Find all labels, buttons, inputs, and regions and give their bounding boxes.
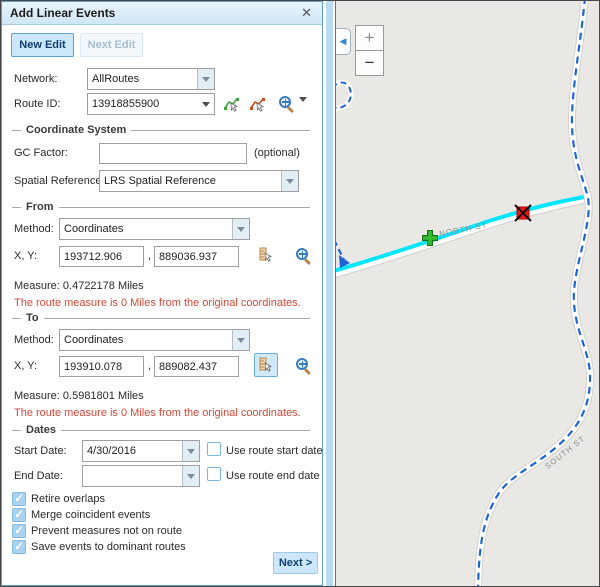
next-edit-button: Next Edit [80,33,143,57]
spatial-reference-label: Spatial Reference: [14,175,105,187]
end-date-dropdown[interactable] [82,465,200,487]
from-method-label: Method: [14,223,54,235]
route-id-label: Route ID: [14,98,60,110]
from-xy-label: X, Y: [14,250,37,262]
retire-overlaps-label: Retire overlaps [31,493,105,505]
route-id-dropdown[interactable]: 13918855900 [87,93,215,115]
use-route-end-date-label: Use route end date [226,470,320,482]
close-icon[interactable]: ✕ [299,5,314,21]
map-view[interactable]: NORTH ST SOUTH ST ◀ + − [335,1,599,586]
caret-down-icon[interactable] [182,466,199,486]
dates-legend: Dates [12,424,310,436]
coordinate-system-legend: Coordinate System [12,124,310,136]
use-route-end-date-checkbox[interactable] [207,467,221,481]
spatial-reference-dropdown[interactable]: LRS Spatial Reference [99,170,299,192]
save-events-dominant-label: Save events to dominant routes [31,541,186,553]
caret-down-icon[interactable] [182,441,199,461]
caret-down-icon[interactable] [197,94,214,114]
merge-coincident-events-label: Merge coincident events [31,509,150,521]
next-button[interactable]: Next > [273,552,318,574]
select-route-end-icon[interactable] [249,95,267,113]
from-y-input[interactable] [154,246,239,267]
to-legend: To [12,312,310,324]
caret-down-icon[interactable] [232,330,249,350]
caret-down-icon[interactable] [232,219,249,239]
select-route-start-icon[interactable] [223,95,241,113]
new-edit-button[interactable]: New Edit [11,33,74,57]
prevent-measures-label: Prevent measures not on route [31,525,182,537]
to-method-dropdown[interactable]: Coordinates [59,329,250,351]
from-x-input[interactable] [59,246,144,267]
to-method-label: Method: [14,334,54,346]
map-graphics [336,1,599,586]
collapse-left-icon: ◀ [340,36,347,47]
xy-separator: , [148,360,151,372]
to-point-marker [515,205,531,221]
to-y-input[interactable] [154,356,239,377]
from-measure-text: Measure: 0.4722178 Miles [14,280,144,292]
xy-separator: , [148,250,151,262]
zoom-out-button[interactable]: − [355,50,384,76]
end-date-label: End Date: [14,470,63,482]
to-x-input[interactable] [59,356,144,377]
caret-down-icon[interactable] [197,69,214,89]
map-zoom-control: + − [355,25,384,76]
dialog-title: Add Linear Events [10,6,299,20]
pick-from-coordinates-icon[interactable] [257,246,275,264]
zoom-to-route-icon[interactable] [279,96,296,113]
panel-splitter[interactable] [323,1,335,586]
network-label: Network: [14,73,57,85]
prevent-measures-checkbox[interactable]: ✓ [12,524,26,538]
pick-to-coordinates-icon[interactable] [254,353,278,377]
zoom-to-from-point-icon[interactable] [296,248,313,265]
start-date-label: Start Date: [14,445,67,457]
collapse-panel-button[interactable]: ◀ [335,28,351,55]
gc-factor-input[interactable] [99,143,247,164]
save-events-dominant-checkbox[interactable]: ✓ [12,540,26,554]
from-warning-text: The route measure is 0 Miles from the or… [14,297,301,309]
network-dropdown[interactable]: AllRoutes [87,68,215,90]
add-linear-events-dialog: Add Linear Events ✕ New Edit Next Edit N… [1,1,323,586]
retire-overlaps-checkbox[interactable]: ✓ [12,492,26,506]
from-legend: From [12,201,310,213]
use-route-start-date-checkbox[interactable] [207,442,221,456]
zoom-to-to-point-icon[interactable] [296,358,313,375]
gc-factor-label: GC Factor: [14,147,68,159]
to-warning-text: The route measure is 0 Miles from the or… [14,407,301,419]
use-route-start-date-label: Use route start date [226,445,323,457]
caret-down-icon[interactable] [299,102,307,120]
gc-factor-hint: (optional) [254,147,300,159]
to-measure-text: Measure: 0.5981801 Miles [14,390,144,402]
to-xy-label: X, Y: [14,360,37,372]
start-date-dropdown[interactable]: 4/30/2016 [82,440,200,462]
from-method-dropdown[interactable]: Coordinates [59,218,250,240]
caret-down-icon[interactable] [281,171,298,191]
application-window: Add Linear Events ✕ New Edit Next Edit N… [0,0,600,587]
zoom-in-button[interactable]: + [355,25,384,51]
merge-coincident-events-checkbox[interactable]: ✓ [12,508,26,522]
dialog-titlebar[interactable]: Add Linear Events ✕ [2,2,322,25]
